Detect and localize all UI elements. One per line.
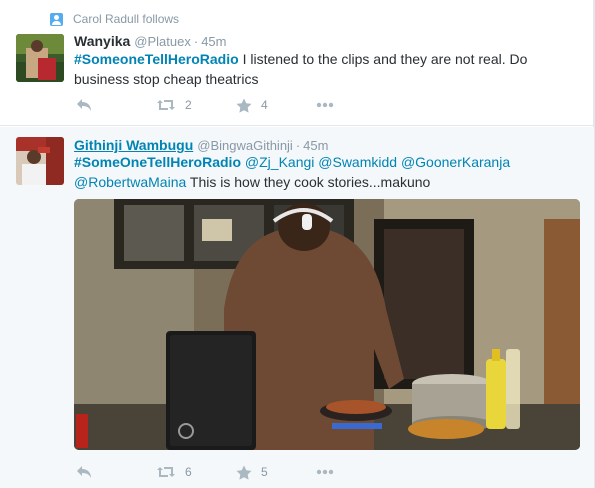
tweet-timestamp[interactable]: 45m xyxy=(303,138,328,153)
tweet-body: This is how they cook stories...makuno xyxy=(189,174,431,190)
reply-icon xyxy=(77,99,91,111)
person-follow-icon xyxy=(50,12,63,26)
tweet-photo[interactable] xyxy=(74,199,580,450)
mention-link[interactable]: @Swamkidd xyxy=(318,154,397,170)
tweet-actions: 6 5 xyxy=(76,464,396,480)
tweet-header: Wanyika @Platuex · 45m xyxy=(74,33,226,49)
avatar[interactable] xyxy=(16,137,64,185)
more-button[interactable] xyxy=(316,97,396,113)
separator: · xyxy=(193,34,199,49)
retweet-button[interactable]: 2 xyxy=(156,97,236,113)
author-username[interactable]: @BingwaGithinji xyxy=(197,138,293,153)
tweet-context: Carol Radull follows xyxy=(50,12,179,26)
favorite-button[interactable]: 4 xyxy=(236,97,316,113)
retweet-button[interactable]: 6 xyxy=(156,464,236,480)
retweet-icon xyxy=(157,100,175,110)
favorite-count: 4 xyxy=(261,98,268,112)
retweet-count: 2 xyxy=(185,98,192,112)
author-username[interactable]: @Platuex xyxy=(134,34,191,49)
favorite-button[interactable]: 5 xyxy=(236,464,316,480)
mention-link[interactable]: @RobertwaMaina xyxy=(74,174,186,190)
reply-icon xyxy=(77,466,91,478)
separator: · xyxy=(295,138,301,153)
tweet-text: #SomeoneTellHeroRadio I listened to the … xyxy=(74,49,574,89)
star-icon xyxy=(236,465,252,480)
author-name[interactable]: Githinji Wambugu xyxy=(74,137,193,153)
mention-link[interactable]: @Zj_Kangi xyxy=(245,154,314,170)
star-icon xyxy=(236,98,252,113)
tweet-text: #SomeOneTellHeroRadio @Zj_Kangi @Swamkid… xyxy=(74,152,574,192)
more-dots-icon xyxy=(316,102,334,108)
reply-button[interactable] xyxy=(76,97,156,113)
more-button[interactable] xyxy=(316,464,396,480)
retweet-icon xyxy=(157,467,175,477)
tweet[interactable]: Githinji Wambugu @BingwaGithinji · 45m #… xyxy=(0,127,594,488)
mention-link[interactable]: @GoonerKaranja xyxy=(401,154,510,170)
hashtag-link[interactable]: #SomeoneTellHeroRadio xyxy=(74,51,239,67)
context-text: Carol Radull follows xyxy=(73,12,180,26)
hashtag-link[interactable]: #SomeOneTellHeroRadio xyxy=(74,154,241,170)
tweet-header: Githinji Wambugu @BingwaGithinji · 45m xyxy=(74,137,328,153)
more-dots-icon xyxy=(316,469,334,475)
retweet-count: 6 xyxy=(185,465,192,479)
timeline: Carol Radull follows Wanyika @Platuex · … xyxy=(0,0,594,488)
author-name[interactable]: Wanyika xyxy=(74,33,130,49)
tweet-actions: 2 4 xyxy=(76,97,396,113)
reply-button[interactable] xyxy=(76,464,156,480)
tweet-timestamp[interactable]: 45m xyxy=(201,34,226,49)
tweet[interactable]: Carol Radull follows Wanyika @Platuex · … xyxy=(0,0,594,126)
avatar[interactable] xyxy=(16,34,64,82)
favorite-count: 5 xyxy=(261,465,268,479)
